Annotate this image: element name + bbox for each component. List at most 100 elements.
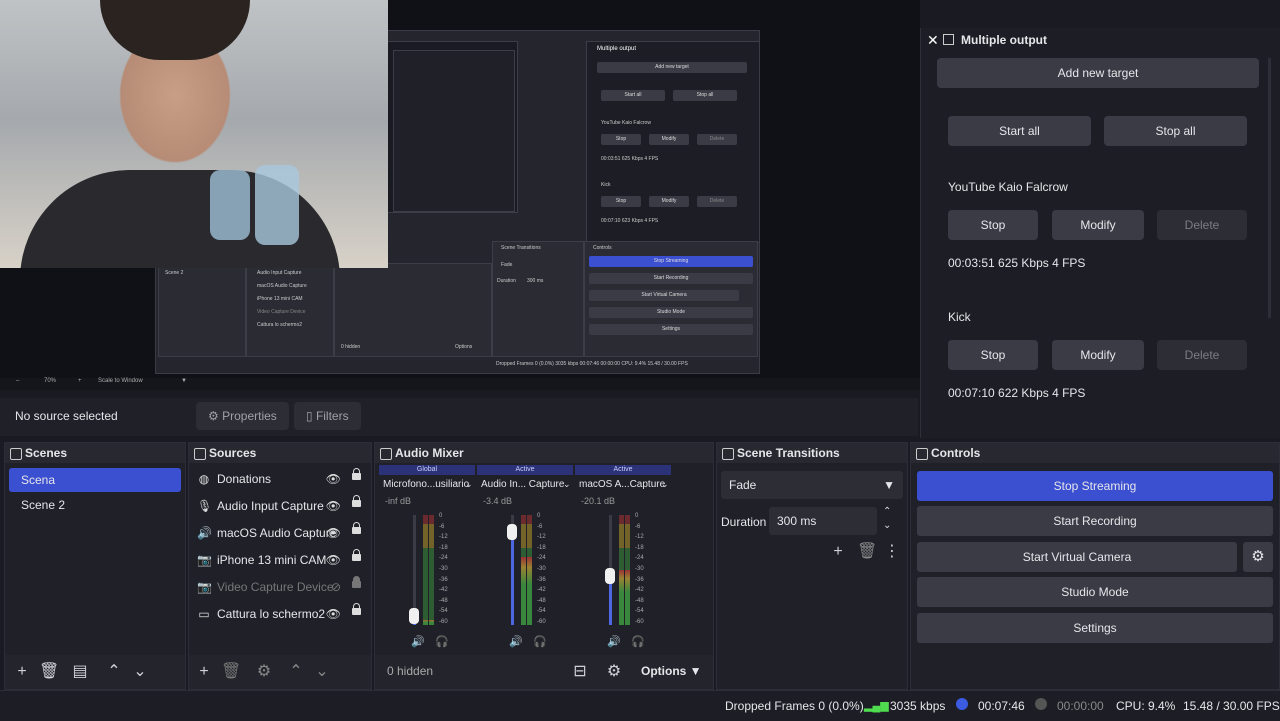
stop-all-button[interactable]: Stop all <box>1104 116 1247 146</box>
scene-item[interactable]: Scene 2 <box>9 493 181 517</box>
volume-knob[interactable] <box>605 567 615 584</box>
filters-button[interactable]: ▯ Filters <box>294 402 361 430</box>
source-item[interactable]: ◍ Donations 👁 <box>193 466 367 492</box>
float-icon[interactable] <box>943 34 954 45</box>
close-icon[interactable]: ✕ <box>927 32 939 49</box>
mini-sources: Audio Input Capture macOS Audio Capture … <box>246 263 334 357</box>
trash-icon[interactable]: 🗑 <box>39 663 59 681</box>
zoom-out-button[interactable]: – <box>16 378 19 384</box>
stop-streaming-button[interactable]: Stop Streaming <box>917 471 1273 501</box>
meter-tick-label: -24 <box>635 555 644 562</box>
headphones-icon[interactable]: 🎧 <box>435 635 449 648</box>
scene-item[interactable]: Scena <box>9 468 181 492</box>
gear-icon[interactable]: ⚙ <box>605 663 623 681</box>
eye-icon[interactable]: 👁 <box>326 466 341 492</box>
start-virtual-camera-button[interactable]: Start Virtual Camera <box>917 542 1237 572</box>
dropped-frames: Dropped Frames 0 (0.0%) <box>725 699 864 713</box>
channel-name[interactable]: macOS A...Capture <box>579 479 665 490</box>
properties-label: Properties <box>222 409 277 423</box>
meter-tick-label: 0 <box>439 513 443 519</box>
dock-icon[interactable] <box>10 448 22 460</box>
modify-target-button[interactable]: Modify <box>1052 210 1144 240</box>
volume-slider[interactable] <box>409 515 419 625</box>
settings-button[interactable]: Settings <box>917 613 1273 643</box>
delete-target-button[interactable]: Delete <box>1157 340 1247 370</box>
modify-target-button[interactable]: Modify <box>1052 340 1144 370</box>
chevron-down-icon[interactable]: ⌄ <box>563 479 571 490</box>
meter-tick-label: -12 <box>537 534 546 541</box>
mixer-channel: Active Audio In... Capture ⌄ -3.4 dB 0 -6 -12 -… <box>477 465 573 655</box>
virtual-camera-settings-icon[interactable]: ⚙ <box>1243 542 1273 572</box>
scrollbar[interactable] <box>1268 58 1271 318</box>
eye-icon[interactable]: 👁 <box>326 547 341 573</box>
speaker-icon[interactable]: 🔊 <box>607 635 621 648</box>
preview-area[interactable]: Multiple output Add new target Start all… <box>0 0 920 378</box>
eye-icon[interactable]: 👁 <box>326 601 341 627</box>
sources-title: Sources <box>189 443 371 463</box>
chevron-down-icon[interactable]: ▼ <box>181 378 187 384</box>
dock-icon[interactable] <box>194 448 206 460</box>
eye-hidden-icon[interactable]: ⊘ <box>331 574 341 600</box>
eye-icon[interactable]: 👁 <box>326 520 341 546</box>
add-icon[interactable]: + <box>829 543 847 561</box>
lock-icon[interactable] <box>352 468 361 480</box>
source-item[interactable]: 📷 Video Capture Device ⊘ <box>193 574 367 600</box>
trash-icon[interactable]: 🗑 <box>221 663 241 681</box>
headphones-icon[interactable]: 🎧 <box>533 635 547 648</box>
lock-icon[interactable] <box>352 495 361 507</box>
properties-button[interactable]: ⚙ Properties <box>196 402 289 430</box>
stop-target-button[interactable]: Stop <box>948 210 1038 240</box>
volume-knob[interactable] <box>507 523 517 540</box>
zoom-in-button[interactable]: + <box>78 378 82 384</box>
volume-slider[interactable] <box>507 515 517 625</box>
duration-input[interactable]: 300 ms <box>769 507 877 535</box>
chevron-down-icon[interactable]: ⌄ <box>661 479 669 490</box>
transition-select[interactable]: Fade ▼ <box>721 471 903 499</box>
filters-label: Filters <box>315 409 349 423</box>
mini-kick-stats: 00:07:10 623 Kbps 4 FPS <box>601 218 659 224</box>
dock-icon[interactable] <box>916 448 928 460</box>
lock-icon[interactable] <box>352 549 361 561</box>
scale-to-window[interactable]: Scale to Window <box>98 378 143 384</box>
speaker-icon[interactable]: 🔊 <box>509 635 523 648</box>
filter-icon[interactable]: ▤ <box>71 663 89 681</box>
delete-target-button[interactable]: Delete <box>1157 210 1247 240</box>
lock-icon[interactable] <box>352 522 361 534</box>
dock-icon[interactable] <box>722 448 734 460</box>
options-button[interactable]: Options ▼ <box>641 664 702 678</box>
chevron-up-icon[interactable]: ⌃ <box>105 663 123 681</box>
gear-icon[interactable]: ⚙ <box>255 663 273 681</box>
source-item[interactable]: 🎙 Audio Input Capture 👁 <box>193 493 367 519</box>
headphones-icon[interactable]: 🎧 <box>631 635 645 648</box>
start-recording-button[interactable]: Start Recording <box>917 506 1273 536</box>
lock-icon[interactable] <box>352 576 361 588</box>
layout-icon[interactable]: ⊟ <box>571 663 589 681</box>
volume-knob[interactable] <box>409 608 419 625</box>
add-new-target-button[interactable]: Add new target <box>937 58 1259 88</box>
eye-icon[interactable]: 👁 <box>326 493 341 519</box>
scenes-title-label: Scenes <box>25 446 68 460</box>
channel-name[interactable]: Microfono...usiliario <box>383 479 469 490</box>
start-all-button[interactable]: Start all <box>948 116 1091 146</box>
chevron-down-icon[interactable]: ⌄ <box>131 663 149 681</box>
lock-icon[interactable] <box>352 603 361 615</box>
add-icon[interactable]: + <box>195 663 213 681</box>
dock-icon[interactable] <box>380 448 392 460</box>
duration-stepper[interactable]: ⌃ ⌄ <box>883 505 891 533</box>
scene-transitions-dock: Scene Transitions Fade ▼ Duration 300 ms … <box>716 442 908 690</box>
source-item[interactable]: ▭ Cattura lo schermo2 👁 <box>193 601 367 627</box>
trash-icon[interactable]: 🗑 <box>857 543 877 561</box>
source-item[interactable]: 🔊 macOS Audio Capture 👁 <box>193 520 367 546</box>
speaker-icon[interactable]: 🔊 <box>411 635 425 648</box>
add-icon[interactable]: + <box>13 663 31 681</box>
volume-slider[interactable] <box>605 515 615 625</box>
more-icon[interactable]: ⋮ <box>883 543 901 561</box>
channel-name[interactable]: Audio In... Capture <box>481 479 564 490</box>
chevron-down-icon[interactable]: ⌄ <box>313 663 331 681</box>
chevron-up-icon[interactable]: ⌃ <box>287 663 305 681</box>
source-item[interactable]: 📷 iPhone 13 mini CAM 👁 <box>193 547 367 573</box>
chevron-down-icon[interactable]: ⌄ <box>465 479 473 490</box>
stop-target-button[interactable]: Stop <box>948 340 1038 370</box>
studio-mode-button[interactable]: Studio Mode <box>917 577 1273 607</box>
mini-src3: iPhone 13 mini CAM <box>257 296 303 302</box>
